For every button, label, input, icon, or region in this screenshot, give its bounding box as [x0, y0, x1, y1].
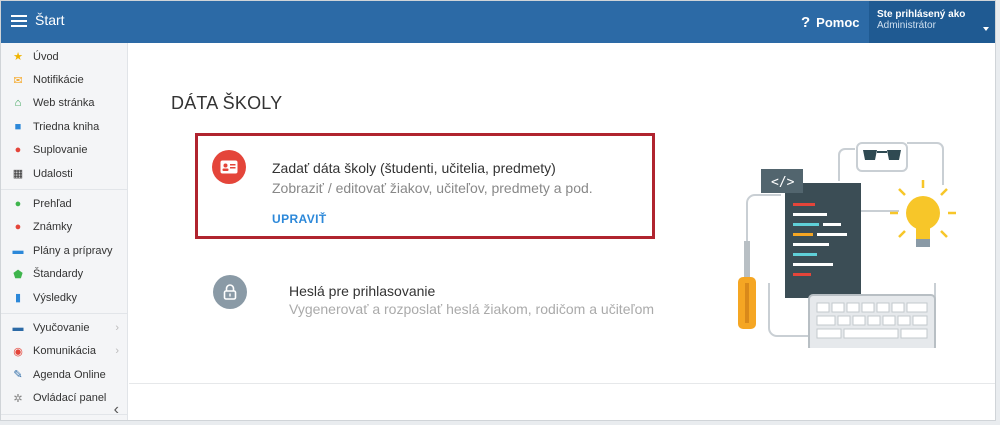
sidebar-item-úvod[interactable]: ★ Úvod: [1, 45, 127, 68]
main-content: DÁTA ŠKOLY Zadať dáta školy (študenti, u…: [129, 43, 995, 420]
school-data-title: Zadať dáta školy (študenti, učitelia, pr…: [272, 160, 556, 176]
passwords-card[interactable]: Heslá pre prihlasovanie Vygenerovať a ro…: [213, 275, 673, 335]
chevron-right-icon: ›: [115, 345, 119, 358]
sidebar-item-suplovanie[interactable]: ● Suplovanie: [1, 139, 127, 162]
sidebar-item-prehľad[interactable]: ● Prehľad: [1, 192, 127, 215]
sidebar-item-label: Web stránka: [33, 97, 95, 110]
sidebar-item-label: Komunikácia: [33, 345, 96, 358]
sidebar-item-label: Notifikácie: [33, 74, 84, 87]
sidebar-item-ovládací-panel[interactable]: ✲ Ovládací panel: [1, 386, 127, 409]
app-title[interactable]: Štart: [35, 12, 65, 28]
sidebar-item-label: Agenda Online: [33, 368, 106, 381]
developer-illustration: </>: [738, 142, 956, 348]
collapse-sidebar-icon[interactable]: ‹: [114, 401, 119, 419]
sidebar-item-výsledky[interactable]: ▮ Výsledky: [1, 286, 127, 309]
sidebar-item-label: Triedna kniha: [33, 120, 100, 133]
section-divider: [129, 383, 995, 384]
sidebar-group: ▬ Vyučovanie › ◉ Komunikácia › ✎ Agenda Online ✲…: [1, 314, 127, 415]
briefcase-icon: ▬: [12, 321, 24, 334]
sidebar-item-agenda-online[interactable]: ✎ Agenda Online: [1, 363, 127, 386]
sidebar-item-label: Udalosti: [33, 167, 73, 180]
school-data-card: Zadať dáta školy (študenti, učitelia, pr…: [195, 133, 655, 239]
user-menu[interactable]: Ste prihlásený ako Administrátor: [869, 1, 995, 43]
svg-text:</>: </>: [771, 175, 795, 190]
hamburger-menu-icon[interactable]: [11, 15, 27, 27]
sidebar-item-komunikácia[interactable]: ◉ Komunikácia ›: [1, 340, 127, 363]
sidebar-item-štandardy[interactable]: ⬟ Štandardy: [1, 263, 127, 286]
bar-chart-icon: ▮: [14, 292, 22, 305]
sidebar-group: ★ Úvod ✉ Notifikácie ⌂ Web stránka ■ Triedna kn…: [1, 43, 127, 191]
help-label: Pomoc: [816, 15, 860, 30]
sidebar-group: ● Prehľad ● Známky ▬ Plány a prípravy ⬟ Štandar…: [1, 190, 127, 315]
shield-icon: ⬟: [13, 268, 23, 281]
calendar-icon: ▦: [12, 168, 24, 181]
sidebar-item-label: Výsledky: [33, 291, 78, 304]
home-icon: ⌂: [14, 97, 22, 110]
person-icon: ●: [14, 144, 22, 157]
passwords-description: Vygenerovať a rozposlať heslá žiakom, ro…: [289, 301, 655, 317]
passwords-text: Heslá pre prihlasovanie Vygenerovať a ro…: [289, 283, 654, 335]
sidebar-item-label: Vyučovanie: [33, 321, 90, 334]
help-button[interactable]: ? Pomoc: [801, 14, 860, 31]
id-card-icon: [212, 150, 246, 184]
user-role: Administrátor: [877, 20, 936, 31]
pen-icon: ✎: [13, 369, 23, 382]
school-data-description: Zobraziť / editovať žiakov, učiteľov, pr…: [272, 180, 593, 196]
sidebar-item-vyučovanie[interactable]: ▬ Vyučovanie ›: [1, 316, 127, 339]
lightbulb-icon: [890, 180, 956, 247]
school-data-text: Zadať dáta školy (študenti, učitelia, pr…: [272, 160, 593, 236]
check-circle-icon: ●: [14, 198, 22, 211]
book-icon: ■: [14, 120, 22, 133]
sidebar-item-label: Úvod: [33, 50, 59, 63]
page-title: DÁTA ŠKOLY: [171, 93, 283, 113]
sidebar-item-label: Známky: [33, 221, 73, 234]
sidebar-item-známky[interactable]: ● Známky: [1, 216, 127, 239]
sidebar-item-web-stránka[interactable]: ⌂ Web stránka: [1, 92, 127, 115]
star-icon: ★: [13, 51, 23, 64]
sidebar-item-label: Štandardy: [33, 268, 84, 281]
sidebar-item-label: Ovládací panel: [33, 392, 107, 405]
gear-icon: ✲: [13, 392, 23, 405]
sidebar-item-udalosti[interactable]: ▦ Udalosti: [1, 162, 127, 185]
sidebar-item-notifikácie[interactable]: ✉ Notifikácie: [1, 68, 127, 91]
chevron-right-icon: ›: [115, 321, 119, 334]
top-bar: Štart ? Pomoc Ste prihlásený ako Administ…: [1, 1, 995, 43]
sidebar-item-label: Prehľad: [33, 198, 72, 211]
sidebar: ★ Úvod ✉ Notifikácie ⌂ Web stránka ■ Triedna kn…: [1, 43, 128, 420]
sidebar-item-plány-a-prípravy[interactable]: ▬ Plány a prípravy: [1, 239, 127, 262]
screwdriver-icon: [738, 241, 756, 329]
passwords-title: Heslá pre prihlasovanie: [289, 283, 436, 299]
caret-down-icon: [983, 27, 989, 31]
sidebar-item-label: Suplovanie: [33, 144, 88, 157]
sidebar-item-label: Plány a prípravy: [33, 244, 113, 257]
code-window-illustration: </>: [761, 169, 861, 298]
sidebar-item-triedna-kniha[interactable]: ■ Triedna kniha: [1, 115, 127, 138]
envelope-icon: ✉: [13, 74, 23, 87]
user-status-label: Ste prihlásený ako: [877, 9, 966, 20]
glasses-icon: [856, 142, 908, 172]
chat-icon: ◉: [13, 345, 23, 358]
folder-icon: ▬: [12, 244, 24, 257]
lock-icon: [213, 275, 247, 309]
grade-icon: ●: [14, 221, 22, 234]
edit-link[interactable]: UPRAVIŤ: [272, 212, 593, 226]
sidebar-nav: ★ Úvod ✉ Notifikácie ⌂ Web stránka ■ Triedna kn…: [1, 43, 127, 415]
question-icon: ?: [801, 14, 811, 31]
app-window: Štart ? Pomoc Ste prihlásený ako Administ…: [0, 0, 996, 421]
keyboard-icon: [808, 294, 936, 348]
